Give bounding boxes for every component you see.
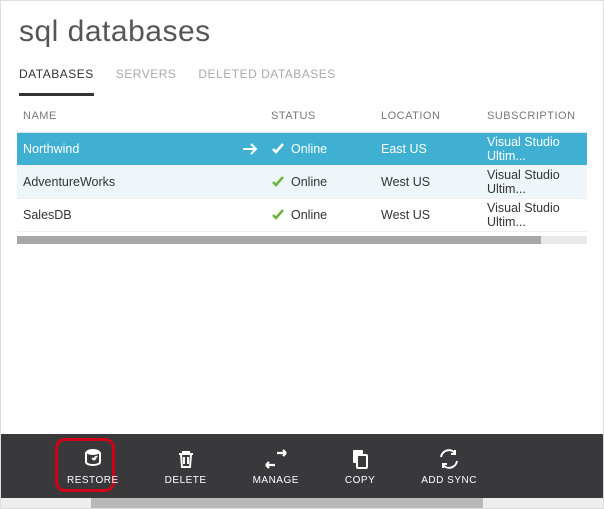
copy-icon: [348, 447, 372, 471]
spacer: [1, 244, 603, 434]
col-header-name[interactable]: NAME: [23, 110, 271, 122]
copy-button[interactable]: COPY: [345, 447, 375, 486]
table-row[interactable]: Northwind Online East US Visual Studio U…: [17, 133, 587, 166]
cmd-label: MANAGE: [253, 475, 299, 486]
scrollbar-thumb[interactable]: [17, 236, 541, 244]
add-sync-button[interactable]: ADD SYNC: [421, 447, 477, 486]
status-text: Online: [291, 175, 327, 189]
tab-databases[interactable]: DATABASES: [19, 67, 94, 96]
tab-servers[interactable]: SERVERS: [116, 67, 177, 96]
col-header-location[interactable]: LOCATION: [381, 110, 487, 122]
subscription-text: Visual Studio Ultim...: [487, 201, 581, 229]
page: sql databases DATABASES SERVERS DELETED …: [0, 0, 604, 509]
manage-button[interactable]: MANAGE: [253, 447, 299, 486]
page-title: sql databases: [1, 1, 603, 57]
command-bar: RESTORE DELETE MANAGE: [1, 434, 603, 498]
restore-icon: [81, 447, 105, 471]
location-text: East US: [381, 142, 487, 156]
tab-bar: DATABASES SERVERS DELETED DATABASES: [1, 57, 603, 96]
cmd-label: ADD SYNC: [421, 475, 477, 486]
col-header-status[interactable]: STATUS: [271, 110, 381, 122]
table-row[interactable]: SalesDB Online West US Visual Studio Ult…: [17, 199, 587, 232]
scrollbar-thumb[interactable]: [91, 498, 482, 508]
database-table: NAME STATUS LOCATION SUBSCRIPTION Northw…: [17, 96, 587, 232]
db-name: AdventureWorks: [23, 175, 115, 189]
cmd-label: RESTORE: [67, 475, 119, 486]
horizontal-scrollbar[interactable]: [17, 236, 587, 244]
arrow-right-icon[interactable]: [243, 143, 259, 155]
check-icon: [271, 142, 285, 156]
col-header-subscription[interactable]: SUBSCRIPTION: [487, 110, 581, 122]
status-text: Online: [291, 142, 327, 156]
db-name: SalesDB: [23, 208, 72, 222]
restore-button[interactable]: RESTORE: [67, 447, 119, 486]
cmd-label: COPY: [345, 475, 375, 486]
table-row[interactable]: AdventureWorks Online West US Visual Stu…: [17, 166, 587, 199]
status-text: Online: [291, 208, 327, 222]
window-scrollbar[interactable]: [1, 498, 603, 508]
check-icon: [271, 208, 285, 222]
trash-icon: [174, 447, 198, 471]
tab-deleted-databases[interactable]: DELETED DATABASES: [198, 67, 335, 96]
sync-icon: [437, 447, 461, 471]
cmd-label: DELETE: [165, 475, 207, 486]
delete-button[interactable]: DELETE: [165, 447, 207, 486]
location-text: West US: [381, 208, 487, 222]
table-header: NAME STATUS LOCATION SUBSCRIPTION: [17, 96, 587, 133]
subscription-text: Visual Studio Ultim...: [487, 168, 581, 196]
subscription-text: Visual Studio Ultim...: [487, 135, 581, 163]
manage-icon: [263, 447, 289, 471]
db-name: Northwind: [23, 142, 79, 156]
location-text: West US: [381, 175, 487, 189]
check-icon: [271, 175, 285, 189]
